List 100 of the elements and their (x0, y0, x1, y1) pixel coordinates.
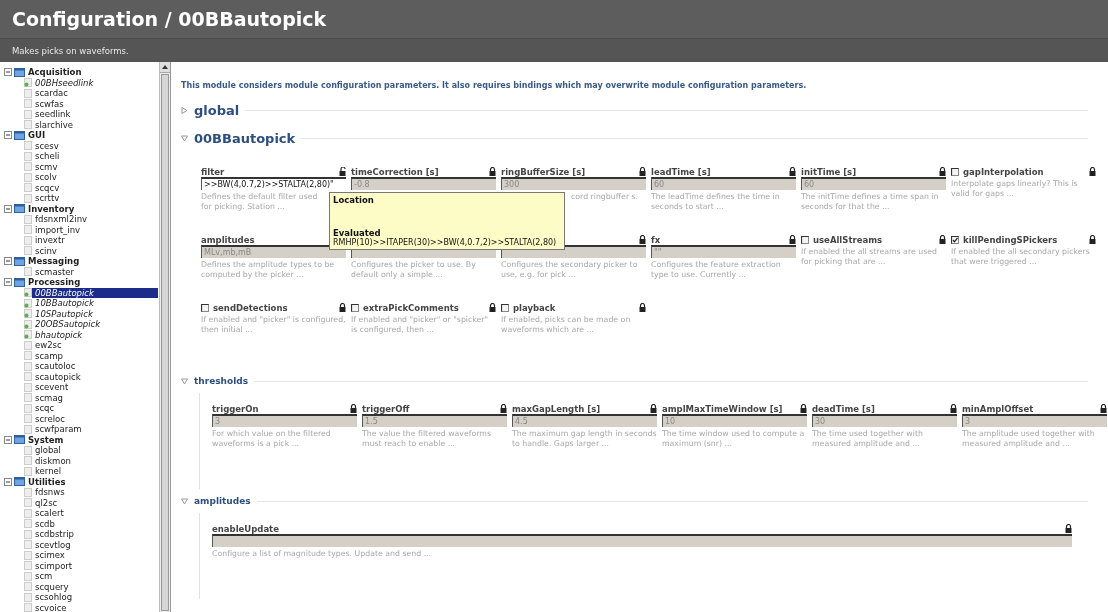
tree-item[interactable]: global (32, 445, 64, 456)
tree-item[interactable]: screloc (32, 413, 68, 424)
tree-item[interactable]: scautoloc (32, 361, 79, 372)
padlock-icon[interactable] (350, 404, 357, 413)
field-label: amplitudes (201, 234, 255, 245)
padlock-icon[interactable] (339, 303, 346, 312)
field-label: enableUpdate (212, 523, 279, 534)
field-label: triggerOff (362, 403, 410, 414)
collapse-icon[interactable] (4, 257, 12, 266)
padlock-icon[interactable] (650, 404, 657, 413)
tree-item[interactable]: scwfas (32, 98, 67, 109)
tree-item[interactable]: scheli (32, 151, 63, 162)
padlock-icon[interactable] (1089, 167, 1096, 176)
section-title[interactable]: 00BBautopick (194, 130, 296, 146)
tree-item[interactable]: scolv (32, 172, 60, 183)
padlock-icon[interactable] (1089, 235, 1096, 244)
checkbox[interactable] (801, 235, 809, 244)
section-title[interactable]: amplitudes (194, 496, 251, 506)
scrollbar[interactable] (159, 62, 170, 612)
tree-item[interactable]: diskmon (32, 455, 74, 466)
padlock-icon[interactable] (639, 303, 646, 312)
padlock-icon[interactable] (789, 235, 796, 244)
tree-item[interactable]: scimport (32, 560, 76, 571)
padlock-icon[interactable] (939, 235, 946, 244)
tree-category[interactable]: Acquisition (25, 67, 85, 78)
tree-item[interactable]: scwfparam (32, 424, 85, 435)
tree-item[interactable]: scautopick (32, 371, 84, 382)
padlock-icon[interactable] (639, 235, 646, 244)
tree-item[interactable]: slarchive (32, 119, 76, 130)
tree-item[interactable]: scm (32, 571, 56, 582)
tree-item[interactable]: scquery (32, 581, 72, 592)
tree-item[interactable]: scdbstrip (32, 529, 77, 540)
checkbox[interactable] (951, 235, 959, 244)
collapse-icon[interactable] (4, 204, 12, 213)
section-title[interactable]: global (194, 102, 240, 118)
unlocked-padlock-icon[interactable] (339, 167, 346, 176)
tree-item[interactable]: import_inv (32, 224, 84, 235)
collapse-icon[interactable] (4, 477, 12, 486)
tree-item[interactable]: scesv (32, 140, 62, 151)
padlock-icon[interactable] (1100, 404, 1107, 413)
collapse-icon[interactable] (4, 435, 12, 444)
info-text: This module considers module configuration parameters. It also requires bindings which may overwrite module configuration parameters. (181, 79, 808, 92)
tree-item[interactable]: invextr (32, 235, 68, 246)
tree-item[interactable]: scmv (32, 161, 61, 172)
checkbox[interactable] (951, 167, 959, 176)
tree-category[interactable]: GUI (25, 130, 49, 141)
tree-item[interactable]: scrttv (32, 193, 63, 204)
field-label: playback (513, 302, 556, 313)
scroll-up-icon[interactable] (162, 65, 168, 69)
tree-category[interactable]: Processing (25, 277, 84, 288)
tree-item[interactable]: scardac (32, 88, 71, 99)
tree-item[interactable]: 00BHseedlink (32, 77, 97, 88)
padlock-icon[interactable] (789, 167, 796, 176)
tree-item[interactable]: 10SPautopick (32, 308, 96, 319)
tree-item[interactable]: scalert (32, 508, 67, 519)
tree-item[interactable]: scamp (32, 350, 66, 361)
tree-category[interactable]: Messaging (25, 256, 83, 267)
field-label: timeCorrection [s] (351, 166, 439, 177)
tree-item[interactable]: seedlink (32, 109, 74, 120)
tree-item[interactable]: scmag (32, 392, 66, 403)
tree-item[interactable]: ew2sc (32, 340, 65, 351)
section-title[interactable]: thresholds (194, 376, 249, 386)
tree-item[interactable]: scdb (32, 518, 58, 529)
input-field[interactable] (212, 534, 1072, 547)
tree-item[interactable]: scvoice (32, 602, 70, 612)
tree-category[interactable]: Inventory (25, 203, 78, 214)
tree-item[interactable]: 10BBautopick (32, 298, 97, 309)
tree-item[interactable]: scimex (32, 550, 68, 561)
padlock-icon[interactable] (800, 404, 807, 413)
tree-item[interactable]: scevent (32, 382, 72, 393)
tree-item[interactable]: fdsnxml2inv (32, 214, 91, 225)
tree-item[interactable]: scinv (32, 245, 60, 256)
padlock-icon[interactable] (1065, 524, 1072, 533)
input-field[interactable]: >>BW(4,0.7,2)>>STALTA(2,80)" (201, 177, 346, 190)
collapse-icon[interactable] (4, 68, 12, 77)
tree-category[interactable]: System (25, 434, 67, 445)
checkbox[interactable] (501, 303, 509, 312)
collapse-icon[interactable] (4, 278, 12, 287)
tree-item[interactable]: scevtlog (32, 539, 74, 550)
tree-item[interactable]: 20OBSautopick (32, 319, 104, 330)
checkbox[interactable] (351, 303, 359, 312)
tree-item[interactable]: scsohlog (32, 592, 76, 603)
padlock-icon[interactable] (950, 404, 957, 413)
tree-item[interactable]: ql2sc (32, 497, 61, 508)
tree-item[interactable]: kernel (32, 466, 65, 477)
field-label: extraPickComments (363, 302, 459, 313)
tree-item[interactable]: fdsnws (32, 487, 68, 498)
padlock-icon[interactable] (489, 167, 496, 176)
tree-item[interactable]: bhautopick (32, 329, 86, 340)
tree-item[interactable]: scqc (32, 403, 58, 414)
tree-item[interactable]: 00BBautopick (32, 287, 158, 298)
padlock-icon[interactable] (939, 167, 946, 176)
tree-category[interactable]: Utilities (25, 476, 69, 487)
checkbox[interactable] (201, 303, 209, 312)
padlock-icon[interactable] (500, 404, 507, 413)
tree-item[interactable]: scqcv (32, 182, 63, 193)
collapse-icon[interactable] (4, 131, 12, 140)
tree-item[interactable]: scmaster (32, 266, 78, 277)
padlock-icon[interactable] (489, 303, 496, 312)
padlock-icon[interactable] (639, 167, 646, 176)
